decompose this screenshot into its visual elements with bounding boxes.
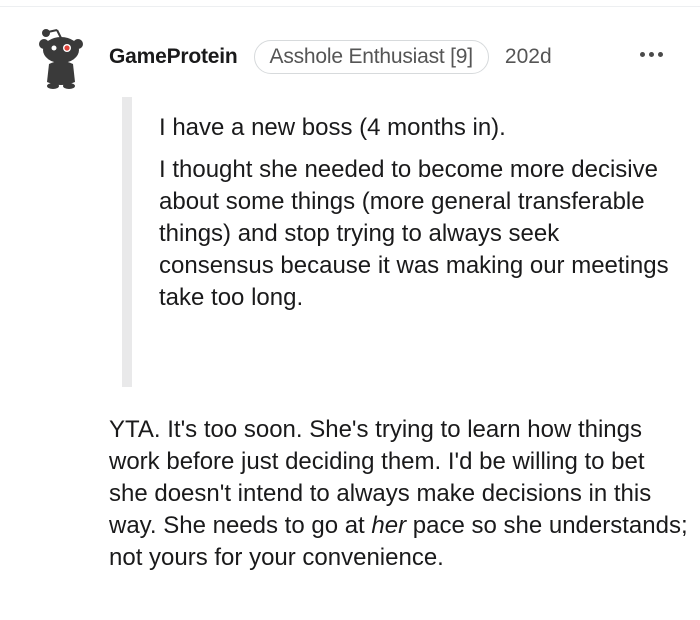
more-options-icon (640, 52, 645, 57)
reply-paragraph: YTA. It's too soon. She's trying to lear… (109, 414, 689, 574)
user-flair-badge: Asshole Enthusiast [9] (253, 40, 489, 74)
user-avatar[interactable] (36, 26, 86, 90)
author-username[interactable]: GameProtein (109, 45, 238, 69)
more-options-icon (649, 52, 654, 57)
more-options-icon (658, 52, 663, 57)
reply-emphasis: her (371, 512, 407, 539)
comment-header: GameProtein Asshole Enthusiast [9] 202d (109, 39, 552, 75)
more-options-button[interactable] (640, 52, 663, 57)
blockquote: I have a new boss (4 months in). I thoug… (159, 112, 679, 324)
top-divider (0, 6, 700, 7)
snoo-avatar-icon (39, 29, 83, 89)
comment-age: 202d (504, 45, 552, 68)
blockquote-bar (122, 97, 132, 387)
comment-body: YTA. It's too soon. She's trying to lear… (109, 414, 689, 574)
quote-paragraph: I thought she needed to become more deci… (159, 156, 669, 311)
quote-paragraph: I have a new boss (4 months in). (159, 114, 506, 141)
